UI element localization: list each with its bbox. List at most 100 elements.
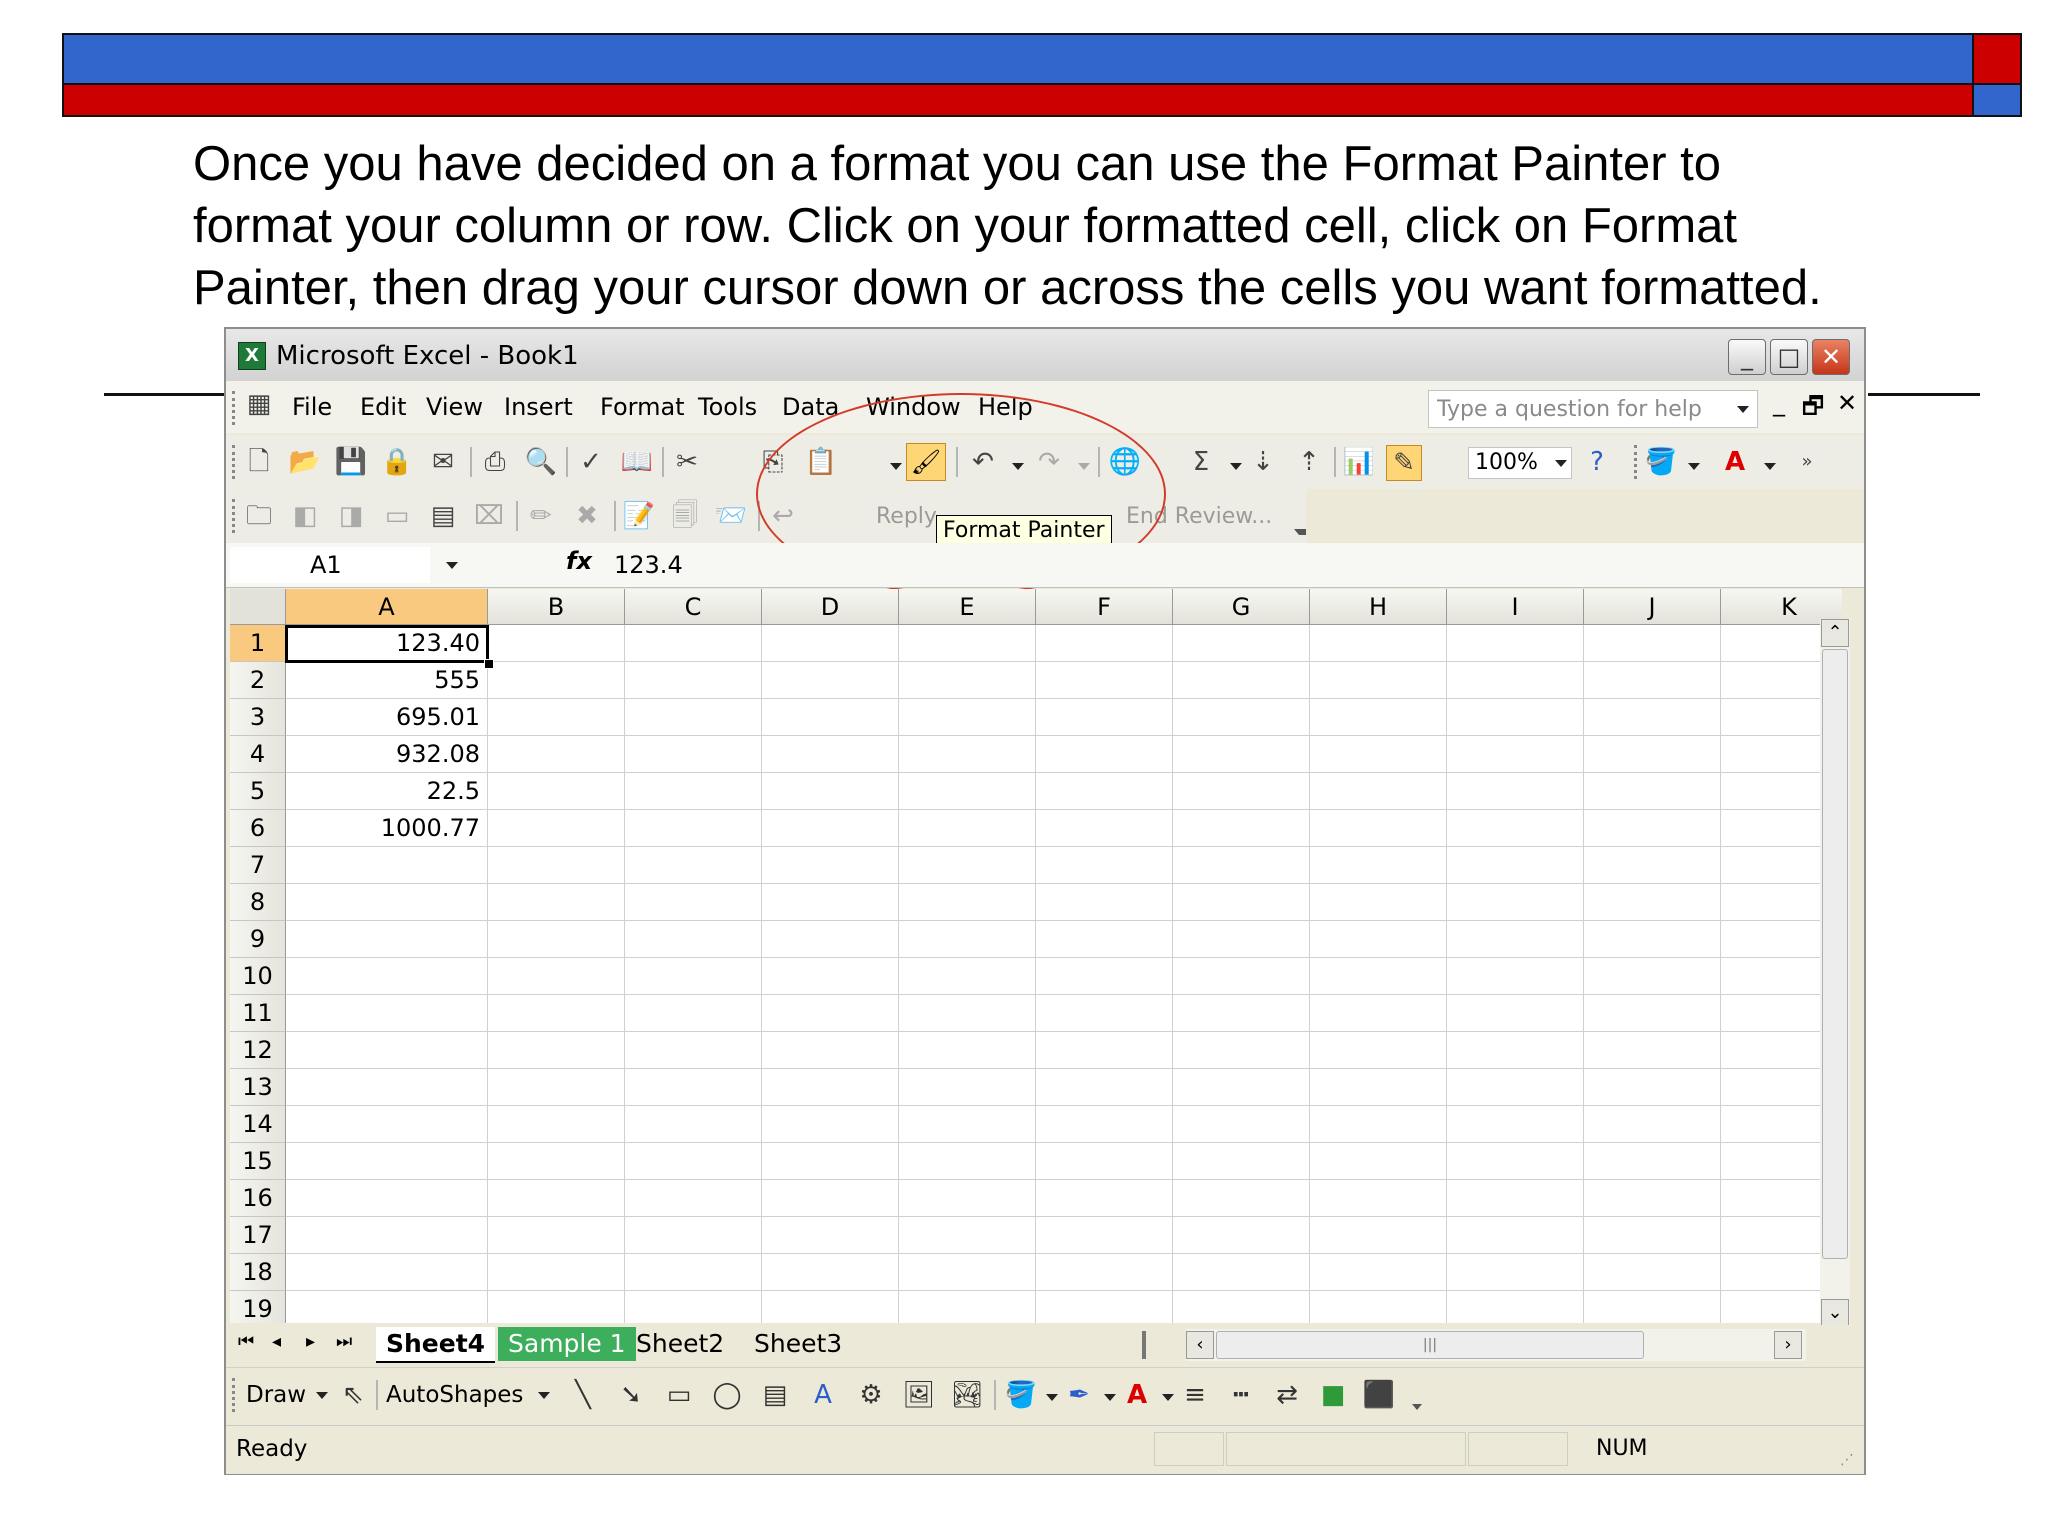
sort-ascending-icon[interactable]: ⇣ — [1246, 445, 1280, 479]
tab-split-handle[interactable] — [1142, 1331, 1146, 1359]
new-icon[interactable]: 🗋 — [242, 445, 276, 479]
spelling-icon[interactable]: ✓ — [574, 445, 608, 479]
resize-grip-icon[interactable]: ⋰ — [1840, 1452, 1854, 1468]
column-header-a[interactable]: A — [286, 589, 488, 625]
oval-icon[interactable]: ◯ — [710, 1378, 744, 1412]
first-sheet-icon[interactable]: ⏮ — [238, 1331, 254, 1352]
autosum-icon[interactable]: Σ — [1184, 445, 1218, 479]
toolbar-grip[interactable] — [232, 1378, 239, 1412]
chevron-down-icon[interactable] — [1162, 1394, 1174, 1401]
sort-descending-icon[interactable]: ⇡ — [1292, 445, 1326, 479]
sheet-tab-sheet2[interactable]: Sheet2 — [626, 1327, 734, 1361]
fill-color-dropdown-icon[interactable] — [1688, 463, 1700, 470]
column-header-i[interactable]: I — [1447, 589, 1584, 625]
3d-style-icon[interactable]: ⬛ — [1362, 1378, 1396, 1412]
row-header-12[interactable]: 12 — [230, 1032, 286, 1069]
cut-icon[interactable]: ✂ — [670, 445, 704, 479]
scroll-down-icon[interactable]: ⌄ — [1821, 1299, 1849, 1327]
row-header-18[interactable]: 18 — [230, 1254, 286, 1291]
scroll-left-icon[interactable]: ‹ — [1186, 1331, 1214, 1359]
cell-a2[interactable]: 555 — [286, 662, 488, 698]
chevron-down-icon[interactable] — [1104, 1394, 1116, 1401]
open-icon[interactable]: 📂 — [288, 445, 322, 479]
sheet-tab-sample-1[interactable]: Sample 1 — [498, 1327, 636, 1361]
excel-app-icon[interactable]: X — [238, 342, 266, 370]
diagram-icon[interactable]: ⚙ — [854, 1378, 888, 1412]
column-header-g[interactable]: G — [1173, 589, 1310, 625]
ink-icon[interactable]: ✏ — [524, 499, 558, 533]
vertical-scrollbar[interactable]: ⌃ ⌄ — [1820, 619, 1850, 1329]
horizontal-scroll-thumb[interactable]: ||| — [1216, 1331, 1644, 1359]
shadow-style-icon[interactable]: ■ — [1316, 1378, 1350, 1412]
column-header-d[interactable]: D — [762, 589, 899, 625]
toolbar-grip[interactable] — [1634, 445, 1641, 479]
text-box-icon[interactable]: ▤ — [758, 1378, 792, 1412]
select-all-button[interactable] — [230, 589, 286, 625]
autosum-dropdown-icon[interactable] — [1230, 463, 1242, 470]
cell-a3[interactable]: 695.01 — [286, 699, 488, 735]
chevron-down-icon[interactable] — [1046, 1394, 1058, 1401]
last-sheet-icon[interactable]: ⏭ — [336, 1331, 352, 1352]
line-color-icon[interactable]: ✒ — [1062, 1378, 1096, 1412]
delete-ink-icon[interactable]: ✖ — [570, 499, 604, 533]
wordart-icon[interactable]: A — [806, 1378, 840, 1412]
row-header-6[interactable]: 6 — [230, 810, 286, 847]
column-header-e[interactable]: E — [899, 589, 1036, 625]
column-header-c[interactable]: C — [625, 589, 762, 625]
chevron-down-icon[interactable] — [446, 562, 458, 569]
previous-comment-icon[interactable]: ◧ — [288, 499, 322, 533]
autoshapes-menu-button[interactable]: AutoShapes — [386, 1382, 523, 1408]
create-task-icon[interactable]: 📝 — [622, 499, 656, 533]
rectangle-icon[interactable]: ▭ — [662, 1378, 696, 1412]
menubar-grip[interactable] — [232, 391, 239, 425]
chevron-down-icon[interactable] — [316, 1392, 328, 1399]
insert-function-icon[interactable]: fx — [566, 547, 592, 575]
row-header-8[interactable]: 8 — [230, 884, 286, 921]
vertical-scroll-thumb[interactable] — [1822, 649, 1848, 1259]
doc-restore-button[interactable]: 🗗 — [1798, 389, 1828, 430]
draw-menu-button[interactable]: Draw — [246, 1382, 306, 1408]
row-header-5[interactable]: 5 — [230, 773, 286, 810]
menu-insert[interactable]: Insert — [504, 393, 573, 421]
menu-file[interactable]: File — [292, 393, 332, 421]
save-icon[interactable]: 💾 — [334, 445, 368, 479]
cell-a5[interactable]: 22.5 — [286, 773, 488, 809]
update-file-icon[interactable]: 🗐 — [668, 499, 702, 533]
menu-edit[interactable]: Edit — [360, 393, 406, 421]
row-header-2[interactable]: 2 — [230, 662, 286, 699]
row-header-17[interactable]: 17 — [230, 1217, 286, 1254]
line-style-icon[interactable]: ≡ — [1178, 1378, 1212, 1412]
row-header-15[interactable]: 15 — [230, 1143, 286, 1180]
row-header-16[interactable]: 16 — [230, 1180, 286, 1217]
scroll-up-icon[interactable]: ⌃ — [1821, 619, 1849, 647]
doc-minimize-button[interactable]: _ — [1764, 389, 1794, 417]
line-icon[interactable]: ╲ — [566, 1378, 600, 1412]
new-comment-icon[interactable]: 🗀 — [242, 499, 276, 533]
chart-wizard-icon[interactable]: 📊 — [1342, 445, 1376, 479]
workbook-icon[interactable]: ▦ — [242, 387, 276, 421]
help-icon[interactable]: ? — [1580, 445, 1614, 479]
help-search-box[interactable] — [1428, 390, 1758, 428]
previous-sheet-icon[interactable]: ◂ — [272, 1331, 281, 1352]
title-bar[interactable]: X Microsoft Excel - Book1 _ □ ✕ — [226, 329, 1864, 381]
fill-color-icon[interactable]: 🪣 — [1644, 445, 1678, 479]
font-color-icon[interactable]: A — [1718, 445, 1752, 479]
chevron-down-icon[interactable] — [538, 1392, 550, 1399]
row-header-4[interactable]: 4 — [230, 736, 286, 773]
row-header-19[interactable]: 19 — [230, 1291, 286, 1323]
close-button[interactable]: ✕ — [1812, 339, 1850, 375]
column-header-f[interactable]: F — [1036, 589, 1173, 625]
cell-a6[interactable]: 1000.77 — [286, 810, 488, 846]
doc-close-button[interactable]: ✕ — [1832, 389, 1862, 417]
arrow-style-icon[interactable]: ⇄ — [1270, 1378, 1304, 1412]
row-header-7[interactable]: 7 — [230, 847, 286, 884]
worksheet-grid[interactable]: ABCDEFGHIJK 1 2 3 4 5 6 7 8 9 10 11 12 13 14 15 16 17 18 1… — [230, 589, 1842, 1323]
sheet-tab-sheet4[interactable]: Sheet4 — [376, 1327, 496, 1363]
send-to-mail-icon[interactable]: 📨 — [714, 499, 748, 533]
font-color-dropdown-icon[interactable] — [1764, 463, 1776, 470]
next-comment-icon[interactable]: ◨ — [334, 499, 368, 533]
select-objects-icon[interactable]: ⇖ — [336, 1378, 370, 1412]
horizontal-scrollbar[interactable]: ‹ ||| › — [1186, 1329, 1806, 1361]
dash-style-icon[interactable]: ┅ — [1224, 1378, 1258, 1412]
next-sheet-icon[interactable]: ▸ — [306, 1331, 315, 1352]
